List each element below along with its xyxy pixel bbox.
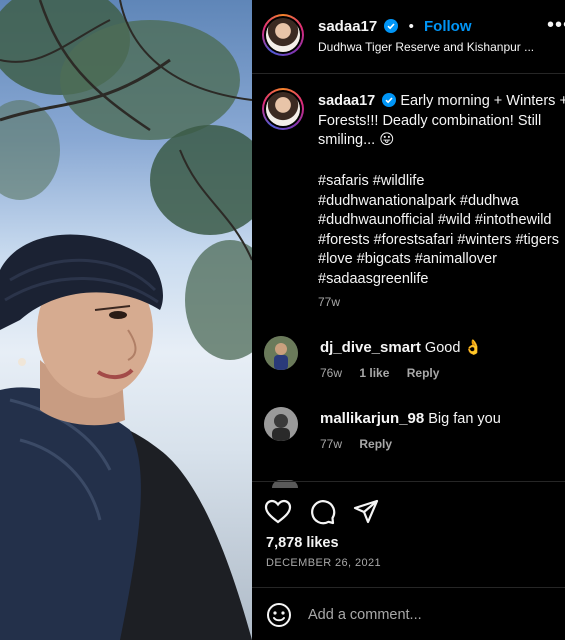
comment-body: dj_dive_smart Good 👌 (320, 339, 565, 356)
post-date: DECEMBER 26, 2021 (266, 557, 382, 569)
hashtag-line[interactable]: #dudhwaunofficial #wild #intothewild (318, 211, 565, 231)
comment-text: Good 👌 (424, 340, 483, 356)
profile-avatar[interactable] (262, 14, 304, 56)
post-header: sadaa17 • Follow Dudhwa Tiger Reserve an… (252, 0, 565, 74)
comment-body: mallikarjun_98 Big fan you (320, 410, 565, 427)
caption-username[interactable]: sadaa17 (318, 93, 375, 109)
caption-timestamp: 77w (318, 295, 341, 309)
likes-count[interactable]: 7,878 likes (266, 535, 339, 551)
verified-badge-icon (382, 93, 397, 107)
hashtag-line[interactable]: #love #bigcats #animallover (318, 250, 565, 270)
comment-likes[interactable]: 1 like (359, 366, 389, 380)
more-options-icon[interactable]: ••• (547, 14, 565, 37)
add-comment-bar (252, 587, 565, 640)
header-username[interactable]: sadaa17 (318, 18, 377, 35)
post-image[interactable] (0, 0, 252, 640)
comment-username[interactable]: mallikarjun_98 (320, 410, 424, 427)
post-details-panel: sadaa17 • Follow Dudhwa Tiger Reserve an… (252, 0, 565, 640)
comment-username[interactable]: dj_dive_smart (320, 339, 421, 356)
comment-avatar[interactable] (264, 407, 298, 441)
avatar-image (266, 92, 300, 126)
comment-avatar[interactable] (264, 336, 298, 370)
reply-button[interactable]: Reply (407, 366, 440, 380)
smiley-icon[interactable] (266, 602, 292, 628)
hashtag-line[interactable]: #dudhwanationalpark #dudhwa (318, 192, 565, 212)
paper-plane-icon[interactable] (352, 498, 380, 526)
avatar-image (264, 407, 298, 441)
verified-badge-icon (384, 19, 399, 33)
separator-dot: • (408, 18, 414, 35)
hashtag-line[interactable]: #forests #forestsafari #winters #tigers (318, 231, 565, 251)
comment-meta: 76w 1 like Reply (320, 366, 453, 380)
caption: sadaa17 Early morning + Winters + Forest… (318, 92, 565, 151)
avatar-image (264, 336, 298, 370)
post-photo-art (0, 0, 252, 640)
caption-avatar[interactable] (262, 88, 304, 130)
hashtag-line[interactable]: #safaris #wildlife (318, 172, 565, 192)
heart-icon[interactable] (264, 498, 292, 526)
header-user-line: sadaa17 • Follow (318, 18, 472, 35)
comment-meta: 77w Reply (320, 437, 406, 451)
comment-input[interactable] (308, 604, 558, 626)
comment-timestamp: 77w (320, 437, 343, 451)
comment-bubble-icon[interactable] (308, 498, 336, 526)
hashtag-line[interactable]: #sadaasgreenlife (318, 270, 565, 290)
location-link[interactable]: Dudhwa Tiger Reserve and Kishanpur ... (318, 40, 534, 54)
comment-text: Big fan you (428, 411, 501, 427)
comment-timestamp: 76w (320, 366, 343, 380)
follow-button[interactable]: Follow (424, 18, 472, 35)
post-actions: 7,878 likes DECEMBER 26, 2021 (252, 481, 565, 586)
avatar-image (266, 18, 300, 52)
reply-button[interactable]: Reply (359, 437, 392, 451)
hashtag-list: #safaris #wildlife #dudhwanationalpark #… (318, 172, 565, 289)
